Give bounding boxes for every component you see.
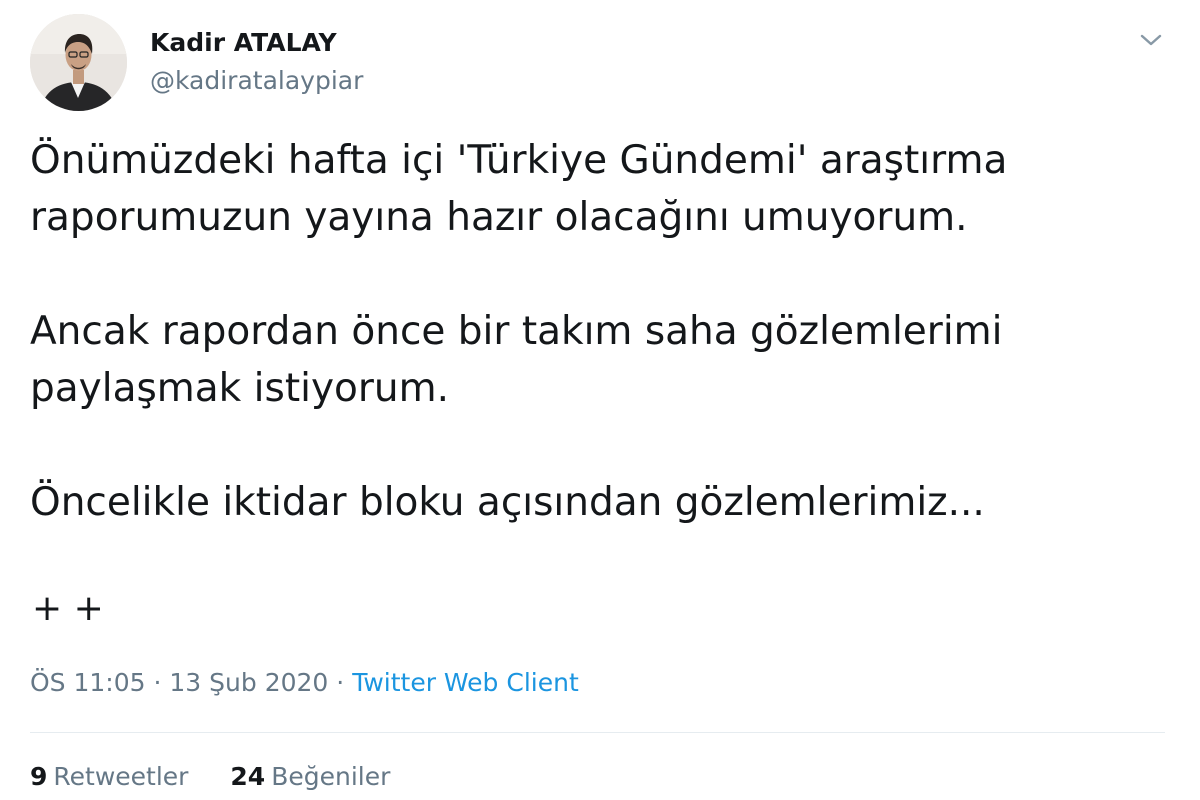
- tweet-paragraph: Ancak rapordan önce bir takım saha gözle…: [30, 303, 1160, 417]
- tweet-source-link[interactable]: Twitter Web Client: [352, 668, 579, 697]
- tweet-stats: 9 Retweetler 24 Beğeniler: [30, 762, 424, 791]
- likes-label: Beğeniler: [271, 762, 391, 791]
- tweet-paragraph: Öncelikle iktidar bloku açısından gözlem…: [30, 474, 1160, 531]
- tweet-line: Önümüzdeki hafta içi 'Türkiye Gündemi' a…: [30, 138, 1008, 183]
- tweet-time[interactable]: ÖS 11:05: [30, 668, 146, 697]
- avatar-image: [30, 14, 127, 111]
- chevron-down-icon[interactable]: [1134, 28, 1168, 52]
- thread-continuation: + +: [32, 588, 104, 629]
- tweet-paragraph: Önümüzdeki hafta içi 'Türkiye Gündemi' a…: [30, 132, 1160, 246]
- tweet-card: Kadir ATALAY @kadiratalaypiar Önümüzdeki…: [0, 0, 1200, 800]
- meta-separator: ·: [153, 668, 162, 697]
- tweet-line: raporumuzun yayına hazır olacağını umuyo…: [30, 195, 968, 240]
- author-name[interactable]: Kadir ATALAY: [150, 28, 337, 57]
- avatar[interactable]: [30, 14, 127, 111]
- tweet-date[interactable]: 13 Şub 2020: [169, 668, 328, 697]
- tweet-text: Önümüzdeki hafta içi 'Türkiye Gündemi' a…: [30, 132, 1160, 531]
- retweets-stat[interactable]: 9 Retweetler: [30, 762, 188, 791]
- likes-count: 24: [230, 762, 266, 791]
- tweet-metadata: ÖS 11:05 · 13 Şub 2020 · Twitter Web Cli…: [30, 668, 579, 697]
- tweet-line: Ancak rapordan önce bir takım saha gözle…: [30, 309, 1003, 354]
- likes-stat[interactable]: 24 Beğeniler: [230, 762, 390, 791]
- retweets-label: Retweetler: [53, 762, 189, 791]
- divider: [30, 732, 1165, 733]
- author-handle[interactable]: @kadiratalaypiar: [150, 66, 363, 95]
- meta-separator: ·: [336, 668, 345, 697]
- tweet-line: Öncelikle iktidar bloku açısından gözlem…: [30, 480, 985, 525]
- retweets-count: 9: [30, 762, 48, 791]
- tweet-line: paylaşmak istiyorum.: [30, 366, 450, 411]
